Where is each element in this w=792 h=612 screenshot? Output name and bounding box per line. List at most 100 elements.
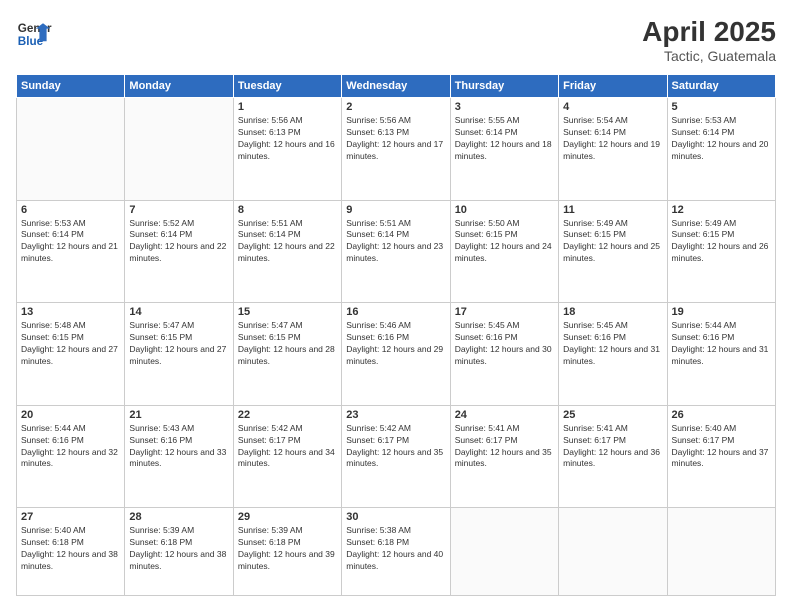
- weekday-header-cell: Saturday: [667, 75, 775, 98]
- calendar-cell: 14 Sunrise: 5:47 AM Sunset: 6:15 PM Dayli…: [125, 303, 233, 406]
- calendar-cell: 2 Sunrise: 5:56 AM Sunset: 6:13 PM Daylig…: [342, 98, 450, 201]
- calendar-cell: 4 Sunrise: 5:54 AM Sunset: 6:14 PM Daylig…: [559, 98, 667, 201]
- day-number: 13: [21, 306, 120, 318]
- day-info: Sunrise: 5:51 AM Sunset: 6:14 PM Dayligh…: [238, 218, 337, 266]
- calendar-row: 1 Sunrise: 5:56 AM Sunset: 6:13 PM Daylig…: [17, 98, 776, 201]
- day-number: 28: [129, 511, 228, 523]
- day-info: Sunrise: 5:45 AM Sunset: 6:16 PM Dayligh…: [563, 320, 662, 368]
- day-info: Sunrise: 5:38 AM Sunset: 6:18 PM Dayligh…: [346, 525, 445, 573]
- day-info: Sunrise: 5:47 AM Sunset: 6:15 PM Dayligh…: [238, 320, 337, 368]
- day-number: 30: [346, 511, 445, 523]
- calendar-cell: 24 Sunrise: 5:41 AM Sunset: 6:17 PM Dayli…: [450, 405, 558, 508]
- weekday-header-row: SundayMondayTuesdayWednesdayThursdayFrid…: [17, 75, 776, 98]
- day-info: Sunrise: 5:44 AM Sunset: 6:16 PM Dayligh…: [21, 423, 120, 471]
- calendar-row: 20 Sunrise: 5:44 AM Sunset: 6:16 PM Dayli…: [17, 405, 776, 508]
- day-number: 11: [563, 204, 662, 216]
- calendar-cell: 12 Sunrise: 5:49 AM Sunset: 6:15 PM Dayli…: [667, 200, 775, 303]
- calendar-cell: 9Sunrise: 5:51 AM Sunset: 6:14 PM Daylig…: [342, 200, 450, 303]
- day-number: 27: [21, 511, 120, 523]
- day-info: Sunrise: 5:46 AM Sunset: 6:16 PM Dayligh…: [346, 320, 445, 368]
- day-number: 4: [563, 101, 662, 113]
- day-number: 29: [238, 511, 337, 523]
- day-info: Sunrise: 5:45 AM Sunset: 6:16 PM Dayligh…: [455, 320, 554, 368]
- day-number: 19: [672, 306, 771, 318]
- day-number: 26: [672, 409, 771, 421]
- weekday-header-cell: Monday: [125, 75, 233, 98]
- calendar-cell: 28 Sunrise: 5:39 AM Sunset: 6:18 PM Dayli…: [125, 508, 233, 596]
- calendar-cell: [17, 98, 125, 201]
- day-number: 5: [672, 101, 771, 113]
- calendar-cell: 13Sunrise: 5:48 AM Sunset: 6:15 PM Dayli…: [17, 303, 125, 406]
- calendar-cell: 19 Sunrise: 5:44 AM Sunset: 6:16 PM Dayli…: [667, 303, 775, 406]
- day-number: 7: [129, 204, 228, 216]
- day-number: 20: [21, 409, 120, 421]
- calendar-cell: [450, 508, 558, 596]
- day-number: 2: [346, 101, 445, 113]
- calendar-cell: 6 Sunrise: 5:53 AM Sunset: 6:14 PM Daylig…: [17, 200, 125, 303]
- calendar-row: 13Sunrise: 5:48 AM Sunset: 6:15 PM Dayli…: [17, 303, 776, 406]
- day-info: Sunrise: 5:47 AM Sunset: 6:15 PM Dayligh…: [129, 320, 228, 368]
- day-number: 23: [346, 409, 445, 421]
- calendar-cell: 8 Sunrise: 5:51 AM Sunset: 6:14 PM Daylig…: [233, 200, 341, 303]
- calendar-cell: 18 Sunrise: 5:45 AM Sunset: 6:16 PM Dayli…: [559, 303, 667, 406]
- day-info: Sunrise: 5:40 AM Sunset: 6:17 PM Dayligh…: [672, 423, 771, 471]
- day-info: Sunrise: 5:56 AM Sunset: 6:13 PM Dayligh…: [346, 115, 445, 163]
- day-info: Sunrise: 5:41 AM Sunset: 6:17 PM Dayligh…: [563, 423, 662, 471]
- calendar-cell: 11 Sunrise: 5:49 AM Sunset: 6:15 PM Dayli…: [559, 200, 667, 303]
- calendar-cell: 1 Sunrise: 5:56 AM Sunset: 6:13 PM Daylig…: [233, 98, 341, 201]
- day-number: 10: [455, 204, 554, 216]
- day-number: 16: [346, 306, 445, 318]
- title-block: April 2025 Tactic, Guatemala: [642, 16, 776, 64]
- day-info: Sunrise: 5:42 AM Sunset: 6:17 PM Dayligh…: [238, 423, 337, 471]
- day-info: Sunrise: 5:49 AM Sunset: 6:15 PM Dayligh…: [672, 218, 771, 266]
- day-info: Sunrise: 5:42 AM Sunset: 6:17 PM Dayligh…: [346, 423, 445, 471]
- calendar-row: 6 Sunrise: 5:53 AM Sunset: 6:14 PM Daylig…: [17, 200, 776, 303]
- calendar-table: SundayMondayTuesdayWednesdayThursdayFrid…: [16, 74, 776, 596]
- calendar-cell: [559, 508, 667, 596]
- calendar-cell: 17 Sunrise: 5:45 AM Sunset: 6:16 PM Dayli…: [450, 303, 558, 406]
- calendar-cell: 10 Sunrise: 5:50 AM Sunset: 6:15 PM Dayli…: [450, 200, 558, 303]
- calendar-cell: 26 Sunrise: 5:40 AM Sunset: 6:17 PM Dayli…: [667, 405, 775, 508]
- weekday-header-cell: Friday: [559, 75, 667, 98]
- day-number: 17: [455, 306, 554, 318]
- day-info: Sunrise: 5:39 AM Sunset: 6:18 PM Dayligh…: [129, 525, 228, 573]
- day-info: Sunrise: 5:41 AM Sunset: 6:17 PM Dayligh…: [455, 423, 554, 471]
- calendar-cell: 5 Sunrise: 5:53 AM Sunset: 6:14 PM Daylig…: [667, 98, 775, 201]
- day-info: Sunrise: 5:53 AM Sunset: 6:14 PM Dayligh…: [21, 218, 120, 266]
- weekday-header-cell: Sunday: [17, 75, 125, 98]
- day-info: Sunrise: 5:52 AM Sunset: 6:14 PM Dayligh…: [129, 218, 228, 266]
- calendar-row: 27 Sunrise: 5:40 AM Sunset: 6:18 PM Dayli…: [17, 508, 776, 596]
- day-number: 6: [21, 204, 120, 216]
- calendar-cell: 22 Sunrise: 5:42 AM Sunset: 6:17 PM Dayli…: [233, 405, 341, 508]
- weekday-header-cell: Tuesday: [233, 75, 341, 98]
- day-info: Sunrise: 5:54 AM Sunset: 6:14 PM Dayligh…: [563, 115, 662, 163]
- day-info: Sunrise: 5:53 AM Sunset: 6:14 PM Dayligh…: [672, 115, 771, 163]
- month-title: April 2025: [642, 16, 776, 48]
- day-number: 12: [672, 204, 771, 216]
- day-info: Sunrise: 5:40 AM Sunset: 6:18 PM Dayligh…: [21, 525, 120, 573]
- day-number: 24: [455, 409, 554, 421]
- day-number: 9: [346, 204, 445, 216]
- day-number: 1: [238, 101, 337, 113]
- day-number: 22: [238, 409, 337, 421]
- day-info: Sunrise: 5:50 AM Sunset: 6:15 PM Dayligh…: [455, 218, 554, 266]
- day-number: 14: [129, 306, 228, 318]
- day-info: Sunrise: 5:39 AM Sunset: 6:18 PM Dayligh…: [238, 525, 337, 573]
- weekday-header-cell: Thursday: [450, 75, 558, 98]
- day-number: 8: [238, 204, 337, 216]
- day-number: 18: [563, 306, 662, 318]
- day-info: Sunrise: 5:49 AM Sunset: 6:15 PM Dayligh…: [563, 218, 662, 266]
- day-number: 25: [563, 409, 662, 421]
- day-number: 3: [455, 101, 554, 113]
- day-info: Sunrise: 5:44 AM Sunset: 6:16 PM Dayligh…: [672, 320, 771, 368]
- calendar-cell: [125, 98, 233, 201]
- calendar-cell: 15Sunrise: 5:47 AM Sunset: 6:15 PM Dayli…: [233, 303, 341, 406]
- page-header: General Blue April 2025 Tactic, Guatemal…: [16, 16, 776, 64]
- day-info: Sunrise: 5:56 AM Sunset: 6:13 PM Dayligh…: [238, 115, 337, 163]
- calendar-cell: 27 Sunrise: 5:40 AM Sunset: 6:18 PM Dayli…: [17, 508, 125, 596]
- svg-text:General: General: [18, 22, 52, 35]
- logo-icon: General Blue: [16, 16, 52, 52]
- calendar-cell: 16 Sunrise: 5:46 AM Sunset: 6:16 PM Dayli…: [342, 303, 450, 406]
- weekday-header-cell: Wednesday: [342, 75, 450, 98]
- calendar-cell: 29 Sunrise: 5:39 AM Sunset: 6:18 PM Dayli…: [233, 508, 341, 596]
